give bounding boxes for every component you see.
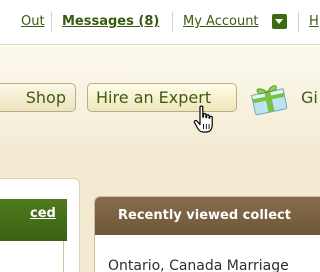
recently-viewed-title: Recently viewed collect <box>118 208 291 223</box>
my-account-link[interactable]: My Account <box>183 14 259 30</box>
chevron-down-icon[interactable] <box>272 14 287 29</box>
messages-link[interactable]: Messages (8) <box>62 14 159 30</box>
utility-bar: Out Messages (8) My Account H <box>0 0 320 44</box>
recently-viewed-item-link[interactable]: Ontario, Canada Marriage <box>108 258 289 272</box>
separator <box>51 12 52 32</box>
left-panel-body <box>0 241 64 272</box>
separator <box>298 12 299 32</box>
gift-icon[interactable] <box>248 82 290 116</box>
hand-pointer-cursor-icon <box>193 105 213 133</box>
left-panel-tab-label[interactable]: ced <box>30 206 56 221</box>
help-link[interactable]: H <box>309 14 319 30</box>
recently-viewed-header: Recently viewed collect <box>95 197 320 235</box>
gift-nav-label[interactable]: Gi <box>301 84 318 111</box>
separator <box>172 12 173 32</box>
shop-button[interactable]: Shop <box>0 83 76 112</box>
sign-out-link[interactable]: Out <box>21 14 45 30</box>
